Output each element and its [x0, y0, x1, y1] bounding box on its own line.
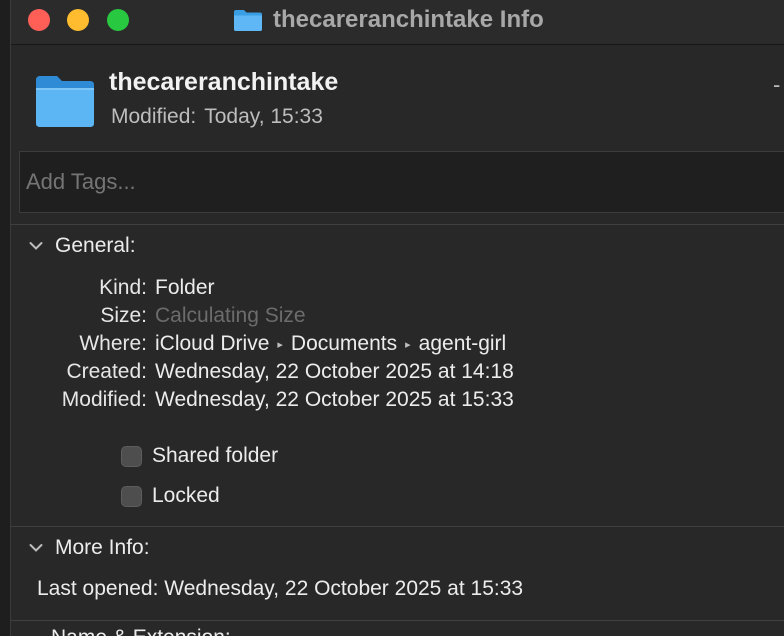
general-section-title: General:	[55, 234, 136, 257]
locked-checkbox[interactable]: Locked	[121, 484, 220, 508]
path-separator-icon: ▸	[277, 339, 283, 351]
divider	[11, 224, 784, 225]
folder-icon	[36, 76, 94, 127]
dash-text: -	[773, 72, 781, 97]
path-item-agent-girl[interactable]: agent-girl	[419, 332, 507, 355]
modified-value: Today, 15:33	[204, 105, 323, 128]
created-value: Wednesday, 22 October 2025 at 14:18	[155, 360, 514, 383]
more-info-section-toggle[interactable]: More Info:	[29, 536, 150, 560]
info-window: thecareranchintake Info thecareranchinta…	[10, 0, 784, 636]
path-item-documents[interactable]: Documents	[291, 332, 397, 355]
kind-label: Kind:	[99, 276, 147, 299]
more-info-section-title: More Info:	[55, 536, 150, 559]
chevron-down-icon	[29, 544, 43, 552]
modified-row-value: Wednesday, 22 October 2025 at 15:33	[155, 388, 514, 411]
modified-row-label: Modified:	[61, 388, 147, 411]
title-bar: thecareranchintake Info	[11, 0, 784, 45]
last-opened-value: Wednesday, 22 October 2025 at 15:33	[164, 577, 524, 600]
name-extension-section-toggle[interactable]: Name & Extension:	[51, 626, 231, 636]
shared-folder-checkbox-box[interactable]	[121, 445, 142, 467]
modified-summary: Modified: Today, 15:33	[111, 105, 323, 129]
file-header: thecareranchintake Modified: Today, 15:33…	[11, 44, 784, 150]
tags-input[interactable]	[19, 151, 784, 213]
size-value: Calculating Size	[155, 304, 306, 327]
size-label: Size:	[100, 304, 147, 327]
locked-label: Locked	[152, 484, 220, 507]
shared-folder-checkbox[interactable]: Shared folder	[121, 444, 278, 468]
close-button[interactable]	[28, 9, 50, 31]
kind-value: Folder	[155, 276, 215, 299]
last-opened-row: Last opened: Wednesday, 22 October 2025 …	[37, 577, 523, 601]
window-title: thecareranchintake Info	[233, 5, 544, 35]
window-title-text: thecareranchintake Info	[273, 6, 544, 33]
zoom-button[interactable]	[107, 9, 129, 31]
chevron-down-icon	[29, 242, 43, 250]
modified-label: Modified:	[111, 105, 197, 128]
general-section-toggle[interactable]: General:	[29, 234, 136, 258]
divider	[11, 620, 784, 621]
folder-icon	[234, 10, 262, 31]
locked-checkbox-box[interactable]	[121, 485, 142, 507]
divider	[11, 526, 784, 527]
path-item-icloud-drive[interactable]: iCloud Drive	[155, 332, 269, 355]
last-opened-label: Last opened:	[37, 577, 159, 600]
where-label: Where:	[79, 332, 147, 355]
minimize-button[interactable]	[67, 9, 89, 31]
path-separator-icon: ▸	[405, 339, 411, 351]
created-label: Created:	[66, 360, 147, 383]
file-name: thecareranchintake	[109, 68, 339, 96]
shared-folder-label: Shared folder	[152, 444, 279, 467]
